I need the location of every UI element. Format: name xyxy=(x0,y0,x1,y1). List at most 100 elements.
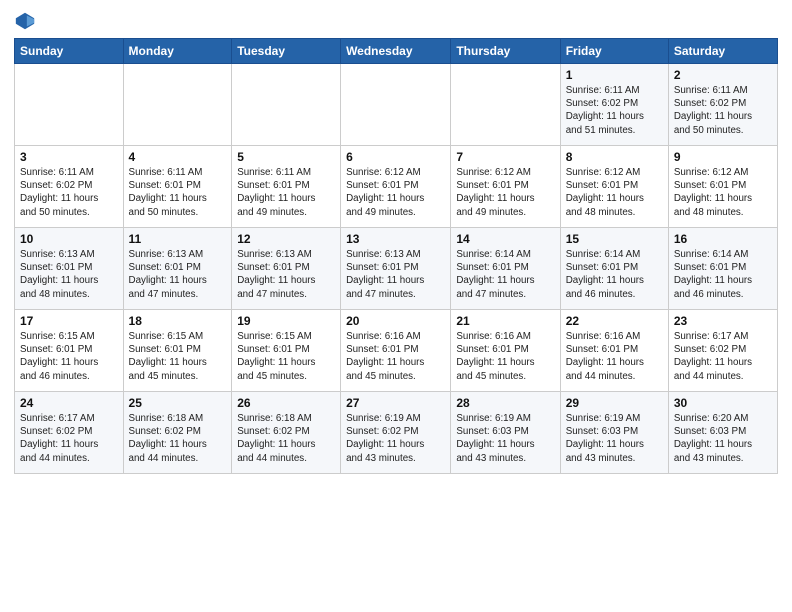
day-info: Sunrise: 6:12 AM Sunset: 6:01 PM Dayligh… xyxy=(674,166,772,219)
day-number: 6 xyxy=(346,150,445,164)
day-cell-2: 2 Sunrise: 6:11 AM Sunset: 6:02 PM Daylig… xyxy=(668,64,777,146)
day-cell-14: 14 Sunrise: 6:14 AM Sunset: 6:01 PM Dayli… xyxy=(451,228,560,310)
day-info: Sunrise: 6:12 AM Sunset: 6:01 PM Dayligh… xyxy=(566,166,663,219)
day-info: Sunrise: 6:15 AM Sunset: 6:01 PM Dayligh… xyxy=(20,330,118,383)
day-number: 15 xyxy=(566,232,663,246)
day-cell-11: 11 Sunrise: 6:13 AM Sunset: 6:01 PM Dayli… xyxy=(123,228,232,310)
week-row-2: 10 Sunrise: 6:13 AM Sunset: 6:01 PM Dayli… xyxy=(15,228,778,310)
day-cell-18: 18 Sunrise: 6:15 AM Sunset: 6:01 PM Dayli… xyxy=(123,310,232,392)
day-info: Sunrise: 6:14 AM Sunset: 6:01 PM Dayligh… xyxy=(566,248,663,301)
day-number: 8 xyxy=(566,150,663,164)
day-cell-7: 7 Sunrise: 6:12 AM Sunset: 6:01 PM Daylig… xyxy=(451,146,560,228)
calendar-body: 1 Sunrise: 6:11 AM Sunset: 6:02 PM Daylig… xyxy=(15,64,778,474)
day-info: Sunrise: 6:13 AM Sunset: 6:01 PM Dayligh… xyxy=(129,248,227,301)
day-info: Sunrise: 6:18 AM Sunset: 6:02 PM Dayligh… xyxy=(129,412,227,465)
day-cell-6: 6 Sunrise: 6:12 AM Sunset: 6:01 PM Daylig… xyxy=(341,146,451,228)
day-info: Sunrise: 6:13 AM Sunset: 6:01 PM Dayligh… xyxy=(20,248,118,301)
day-info: Sunrise: 6:13 AM Sunset: 6:01 PM Dayligh… xyxy=(237,248,335,301)
day-number: 26 xyxy=(237,396,335,410)
day-info: Sunrise: 6:14 AM Sunset: 6:01 PM Dayligh… xyxy=(674,248,772,301)
day-cell-4: 4 Sunrise: 6:11 AM Sunset: 6:01 PM Daylig… xyxy=(123,146,232,228)
day-info: Sunrise: 6:19 AM Sunset: 6:03 PM Dayligh… xyxy=(566,412,663,465)
day-cell-8: 8 Sunrise: 6:12 AM Sunset: 6:01 PM Daylig… xyxy=(560,146,668,228)
day-info: Sunrise: 6:15 AM Sunset: 6:01 PM Dayligh… xyxy=(129,330,227,383)
day-number: 14 xyxy=(456,232,554,246)
week-row-0: 1 Sunrise: 6:11 AM Sunset: 6:02 PM Daylig… xyxy=(15,64,778,146)
day-info: Sunrise: 6:20 AM Sunset: 6:03 PM Dayligh… xyxy=(674,412,772,465)
day-number: 3 xyxy=(20,150,118,164)
weekday-header-saturday: Saturday xyxy=(668,39,777,64)
empty-cell xyxy=(15,64,124,146)
day-cell-30: 30Sunrise: 6:20 AM Sunset: 6:03 PM Dayli… xyxy=(668,392,777,474)
day-info: Sunrise: 6:16 AM Sunset: 6:01 PM Dayligh… xyxy=(456,330,554,383)
weekday-header-wednesday: Wednesday xyxy=(341,39,451,64)
day-info: Sunrise: 6:15 AM Sunset: 6:01 PM Dayligh… xyxy=(237,330,335,383)
day-info: Sunrise: 6:12 AM Sunset: 6:01 PM Dayligh… xyxy=(456,166,554,219)
day-cell-21: 21Sunrise: 6:16 AM Sunset: 6:01 PM Dayli… xyxy=(451,310,560,392)
weekday-header-friday: Friday xyxy=(560,39,668,64)
day-cell-15: 15 Sunrise: 6:14 AM Sunset: 6:01 PM Dayli… xyxy=(560,228,668,310)
day-info: Sunrise: 6:19 AM Sunset: 6:02 PM Dayligh… xyxy=(346,412,445,465)
day-info: Sunrise: 6:11 AM Sunset: 6:02 PM Dayligh… xyxy=(566,84,663,137)
day-info: Sunrise: 6:14 AM Sunset: 6:01 PM Dayligh… xyxy=(456,248,554,301)
day-cell-29: 29 Sunrise: 6:19 AM Sunset: 6:03 PM Dayli… xyxy=(560,392,668,474)
day-cell-26: 26Sunrise: 6:18 AM Sunset: 6:02 PM Dayli… xyxy=(232,392,341,474)
week-row-4: 24Sunrise: 6:17 AM Sunset: 6:02 PM Dayli… xyxy=(15,392,778,474)
day-info: Sunrise: 6:11 AM Sunset: 6:01 PM Dayligh… xyxy=(129,166,227,219)
day-number: 4 xyxy=(129,150,227,164)
day-cell-28: 28 Sunrise: 6:19 AM Sunset: 6:03 PM Dayli… xyxy=(451,392,560,474)
day-number: 17 xyxy=(20,314,118,328)
day-number: 16 xyxy=(674,232,772,246)
day-number: 2 xyxy=(674,68,772,82)
day-cell-19: 19Sunrise: 6:15 AM Sunset: 6:01 PM Dayli… xyxy=(232,310,341,392)
day-number: 22 xyxy=(566,314,663,328)
day-cell-10: 10 Sunrise: 6:13 AM Sunset: 6:01 PM Dayli… xyxy=(15,228,124,310)
day-cell-13: 13 Sunrise: 6:13 AM Sunset: 6:01 PM Dayli… xyxy=(341,228,451,310)
day-number: 29 xyxy=(566,396,663,410)
empty-cell xyxy=(341,64,451,146)
day-cell-25: 25Sunrise: 6:18 AM Sunset: 6:02 PM Dayli… xyxy=(123,392,232,474)
day-cell-5: 5 Sunrise: 6:11 AM Sunset: 6:01 PM Daylig… xyxy=(232,146,341,228)
day-cell-24: 24Sunrise: 6:17 AM Sunset: 6:02 PM Dayli… xyxy=(15,392,124,474)
day-cell-1: 1 Sunrise: 6:11 AM Sunset: 6:02 PM Daylig… xyxy=(560,64,668,146)
header xyxy=(14,10,778,32)
day-info: Sunrise: 6:11 AM Sunset: 6:02 PM Dayligh… xyxy=(20,166,118,219)
calendar: SundayMondayTuesdayWednesdayThursdayFrid… xyxy=(14,38,778,474)
page: SundayMondayTuesdayWednesdayThursdayFrid… xyxy=(0,0,792,484)
logo xyxy=(14,10,40,32)
empty-cell xyxy=(232,64,341,146)
day-number: 27 xyxy=(346,396,445,410)
day-number: 5 xyxy=(237,150,335,164)
day-number: 28 xyxy=(456,396,554,410)
day-cell-22: 22 Sunrise: 6:16 AM Sunset: 6:01 PM Dayli… xyxy=(560,310,668,392)
day-info: Sunrise: 6:13 AM Sunset: 6:01 PM Dayligh… xyxy=(346,248,445,301)
day-info: Sunrise: 6:17 AM Sunset: 6:02 PM Dayligh… xyxy=(674,330,772,383)
day-number: 18 xyxy=(129,314,227,328)
day-info: Sunrise: 6:19 AM Sunset: 6:03 PM Dayligh… xyxy=(456,412,554,465)
day-info: Sunrise: 6:12 AM Sunset: 6:01 PM Dayligh… xyxy=(346,166,445,219)
day-number: 13 xyxy=(346,232,445,246)
day-number: 1 xyxy=(566,68,663,82)
day-cell-23: 23 Sunrise: 6:17 AM Sunset: 6:02 PM Dayli… xyxy=(668,310,777,392)
day-cell-17: 17 Sunrise: 6:15 AM Sunset: 6:01 PM Dayli… xyxy=(15,310,124,392)
day-number: 23 xyxy=(674,314,772,328)
weekday-header-tuesday: Tuesday xyxy=(232,39,341,64)
day-number: 11 xyxy=(129,232,227,246)
day-info: Sunrise: 6:11 AM Sunset: 6:02 PM Dayligh… xyxy=(674,84,772,137)
day-number: 20 xyxy=(346,314,445,328)
day-info: Sunrise: 6:16 AM Sunset: 6:01 PM Dayligh… xyxy=(566,330,663,383)
week-row-3: 17 Sunrise: 6:15 AM Sunset: 6:01 PM Dayli… xyxy=(15,310,778,392)
empty-cell xyxy=(123,64,232,146)
calendar-header: SundayMondayTuesdayWednesdayThursdayFrid… xyxy=(15,39,778,64)
day-number: 7 xyxy=(456,150,554,164)
weekday-header-sunday: Sunday xyxy=(15,39,124,64)
day-cell-27: 27 Sunrise: 6:19 AM Sunset: 6:02 PM Dayli… xyxy=(341,392,451,474)
empty-cell xyxy=(451,64,560,146)
day-cell-3: 3 Sunrise: 6:11 AM Sunset: 6:02 PM Daylig… xyxy=(15,146,124,228)
week-row-1: 3 Sunrise: 6:11 AM Sunset: 6:02 PM Daylig… xyxy=(15,146,778,228)
day-info: Sunrise: 6:16 AM Sunset: 6:01 PM Dayligh… xyxy=(346,330,445,383)
day-info: Sunrise: 6:11 AM Sunset: 6:01 PM Dayligh… xyxy=(237,166,335,219)
day-cell-16: 16 Sunrise: 6:14 AM Sunset: 6:01 PM Dayli… xyxy=(668,228,777,310)
day-cell-12: 12Sunrise: 6:13 AM Sunset: 6:01 PM Dayli… xyxy=(232,228,341,310)
day-number: 10 xyxy=(20,232,118,246)
